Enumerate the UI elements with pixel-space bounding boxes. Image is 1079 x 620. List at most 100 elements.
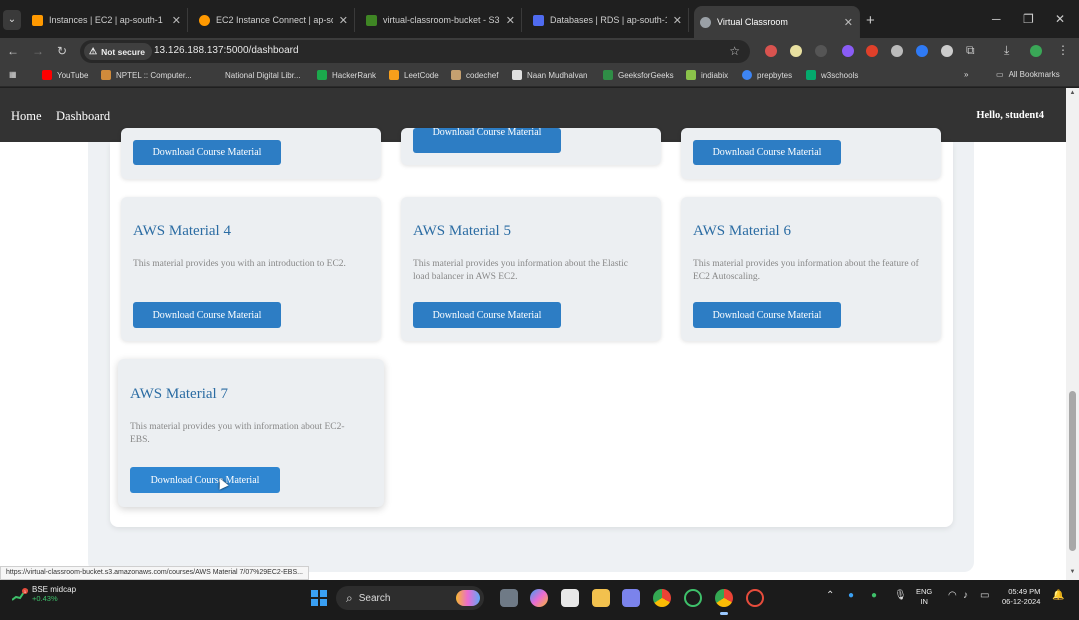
volume-icon[interactable]: ♪ [963,590,968,601]
wifi-icon[interactable]: ◠ [948,590,957,601]
close-tab-icon[interactable]: ✕ [172,14,181,27]
page-scrollbar[interactable]: ▲ ▼ [1066,88,1079,580]
close-tab-icon[interactable]: ✕ [339,14,348,27]
bookmark-geeksforgeeks[interactable]: GeeksforGeeks [603,70,674,80]
market-change: +0.43% [32,594,58,603]
folder-icon: ▭ [996,70,1004,79]
bookmark-leetcode[interactable]: LeetCode [389,70,439,80]
all-bookmarks[interactable]: ▭ All Bookmarks [996,70,1060,79]
extension-icon[interactable] [866,45,878,57]
close-tab-icon[interactable]: ✕ [673,14,682,27]
tab-virtual-classroom[interactable]: Virtual Classroom ✕ [694,6,860,38]
forward-arrow-icon[interactable]: → [32,44,44,58]
region-code: IN [920,597,928,606]
teams-icon[interactable] [622,589,640,607]
chrome-icon[interactable] [653,589,671,607]
tab-s3-bucket[interactable]: virtual-classroom-bucket - S3 b ✕ [360,8,522,32]
tab-search-button[interactable]: ⌄ [3,10,21,30]
download-course-material-button[interactable]: Download Course Material [693,302,841,328]
search-label: Search [358,592,391,604]
aws-ec2-icon [32,14,43,26]
download-icon[interactable]: ⤓ [1004,43,1009,58]
nav-dashboard-link[interactable]: Dashboard [56,109,110,124]
restore-icon[interactable]: ❐ [1023,12,1034,26]
more-menu-icon[interactable]: ⋮ [1057,43,1069,57]
minimize-icon[interactable]: ─ [992,12,1001,26]
clock-time: 05:49 PM [1008,587,1041,596]
tab-strip: ⌄ Instances | EC2 | ap-south-1 ✕ EC2 Ins… [0,0,1079,40]
tray-app-icon[interactable]: ● [871,590,877,601]
tab-ec2-connect[interactable]: EC2 Instance Connect | ap-sout ✕ [193,8,355,32]
security-indicator[interactable]: ⚠ Not secure [84,43,153,60]
close-tab-icon[interactable]: ✕ [844,16,853,29]
profile-avatar-icon[interactable] [1030,45,1042,57]
microphone-icon[interactable]: 🎙 [894,590,907,601]
extension-icon[interactable] [891,45,903,57]
bookmark-nptel[interactable]: NPTEL :: Computer... [101,70,192,80]
material-card-2: Download Course Material [401,128,661,165]
download-course-material-button[interactable]: Download Course Material [130,467,280,493]
scroll-up-arrow-icon[interactable]: ▲ [1069,90,1076,96]
indiabix-icon [686,70,696,80]
download-course-material-button[interactable]: Download Course Material [693,140,841,165]
bookmark-label: w3schools [821,70,859,80]
taskbar-search[interactable]: ⌕ Search [336,586,484,610]
tab-ec2-instances[interactable]: Instances | EC2 | ap-south-1 ✕ [26,8,188,32]
material-title: AWS Material 5 [413,223,511,239]
youtube-icon [42,70,52,80]
bookmark-ndl[interactable]: National Digital Libr... [210,70,301,80]
whatsapp-icon[interactable] [684,589,702,607]
extension-icon[interactable] [916,45,928,57]
task-view-icon[interactable] [500,589,518,607]
extension-icon[interactable] [842,45,854,57]
apps-grid-icon[interactable]: ▦ [9,70,17,79]
bookmark-w3schools[interactable]: w3schools [806,70,858,80]
bookmark-star-icon[interactable]: ☆ [729,44,740,58]
bookmark-youtube[interactable]: YouTube [42,70,88,80]
nav-home-link[interactable]: Home [11,109,42,124]
bookmark-prepbytes[interactable]: prepbytes [742,70,792,80]
copilot-icon[interactable] [530,589,548,607]
download-course-material-button[interactable]: Download Course Material [133,140,281,165]
tab-rds-databases[interactable]: Databases | RDS | ap-south-1 ✕ [527,8,689,32]
url-text[interactable]: 13.126.188.137:5000/dashboard [154,45,299,56]
extension-icon[interactable] [941,45,953,57]
system-clock[interactable]: 05:49 PM 06-12-2024 [1002,587,1040,607]
reload-icon[interactable]: ↻ [57,44,67,58]
store-icon[interactable] [561,589,579,607]
download-course-material-button[interactable]: Download Course Material [413,302,561,328]
extension-icon[interactable] [790,45,802,57]
battery-icon[interactable]: ▭ [980,590,989,601]
bookmarks-bar: ▦ YouTube NPTEL :: Computer... National … [0,66,1079,87]
bookmark-codechef[interactable]: codechef [451,70,498,80]
show-hidden-icons-chevron-icon[interactable]: ⌃ [826,590,834,601]
screen-recorder-icon[interactable] [746,589,764,607]
new-tab-button[interactable]: + [866,12,875,29]
chrome-active-icon[interactable] [715,589,733,615]
back-arrow-icon[interactable]: ← [7,44,19,58]
bookmark-indiabix[interactable]: indiabix [686,70,728,80]
extensions-puzzle-icon[interactable]: ⧉ [966,43,975,58]
scroll-down-arrow-icon[interactable]: ▼ [1069,569,1076,575]
scrollbar-thumb[interactable] [1069,391,1076,551]
all-bookmarks-label: All Bookmarks [1008,70,1060,79]
download-course-material-button[interactable]: Download Course Material [413,128,561,153]
windows-start-icon[interactable] [311,590,327,606]
bookmark-hackerrank[interactable]: HackerRank [317,70,376,80]
download-course-material-button[interactable]: Download Course Material [133,302,281,328]
prepbytes-icon [742,70,752,80]
close-tab-icon[interactable]: ✕ [506,14,515,27]
language-indicator[interactable]: ENG IN [916,587,932,607]
market-chart-icon: 1 [12,588,28,601]
extension-icon[interactable] [765,45,777,57]
browser-window: ⌄ Instances | EC2 | ap-south-1 ✕ EC2 Ins… [0,0,1079,620]
extension-icon[interactable] [815,45,827,57]
close-window-icon[interactable]: ✕ [1055,12,1065,26]
market-widget[interactable]: 1 BSE midcap +0.43% [12,585,76,603]
file-explorer-icon[interactable] [592,589,610,607]
bookmark-naan-mudhalvan[interactable]: Naan Mudhalvan [512,70,587,80]
tray-app-icon[interactable]: ● [848,590,854,601]
bookmarks-overflow-icon[interactable]: » [964,70,968,79]
address-bar[interactable]: ⚠ Not secure 13.126.188.137:5000/dashboa… [80,40,750,63]
notification-bell-icon[interactable]: 🔔 [1052,590,1064,601]
